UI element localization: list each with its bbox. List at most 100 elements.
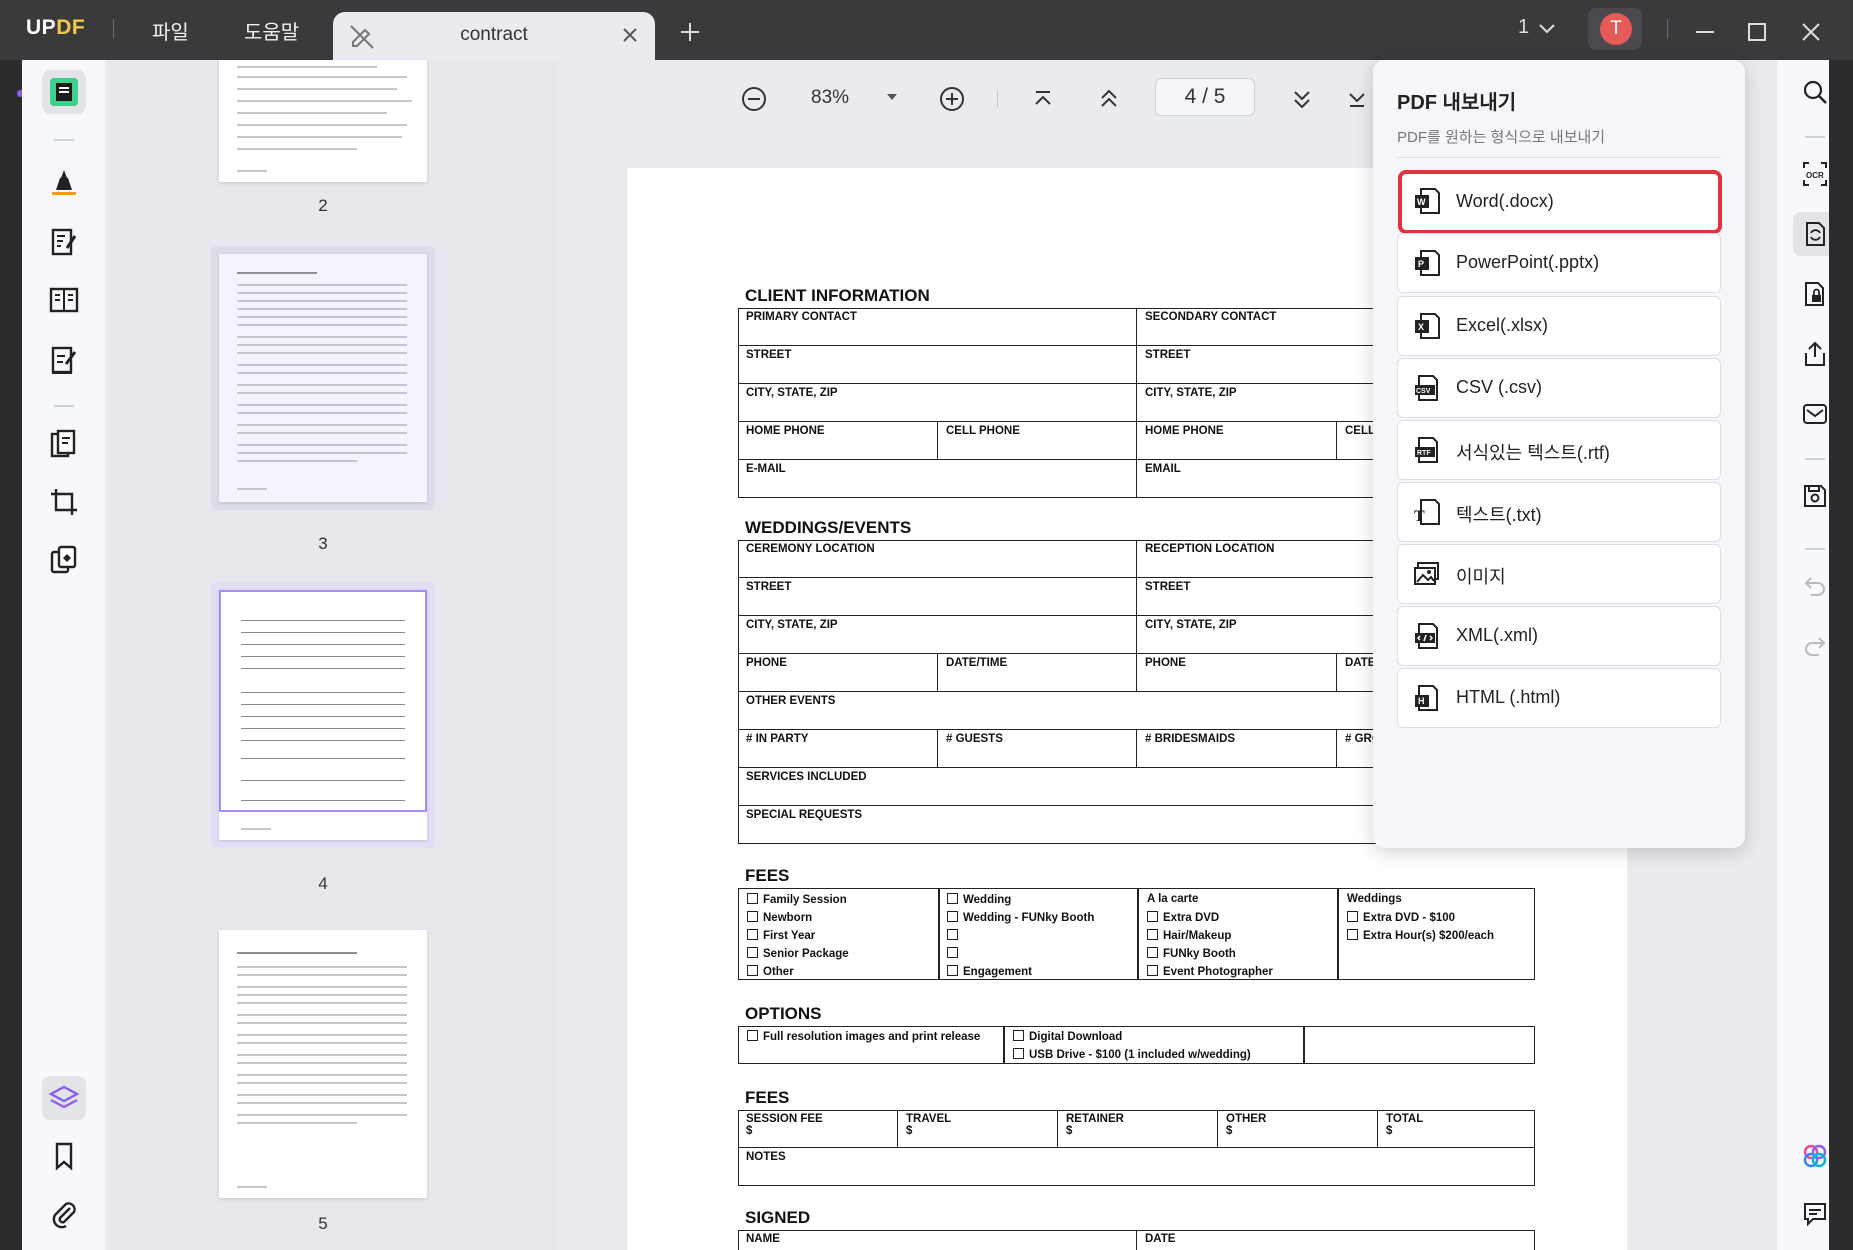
thumbnail-page-4[interactable] (219, 590, 427, 840)
field-retainer[interactable]: RETAINER $ (1058, 1110, 1218, 1148)
comment-button[interactable] (42, 160, 86, 204)
checkbox-blank[interactable] (947, 929, 963, 942)
field-session-fee[interactable]: SESSION FEE $ (738, 1110, 898, 1148)
tools-button[interactable] (42, 538, 86, 582)
checkbox-newborn[interactable]: Newborn (747, 911, 812, 924)
reader-button[interactable] (42, 70, 86, 114)
field-phone[interactable]: PHONE (738, 654, 938, 692)
checkbox-first-year[interactable]: First Year (747, 929, 815, 942)
page-display-button[interactable] (42, 278, 86, 322)
email-icon (1803, 404, 1827, 424)
thumbnail-page-3[interactable] (219, 254, 427, 502)
window-edge (0, 60, 22, 1250)
fees-a-la-carte-header: A la carte (1147, 893, 1199, 905)
field-services-included[interactable]: SERVICES INCLUDED (738, 768, 1437, 806)
menu-file[interactable]: 파일 (152, 16, 189, 45)
thumbnail-page-5[interactable] (219, 930, 427, 1198)
close-tab-icon[interactable] (619, 24, 641, 46)
zoom-out-icon[interactable] (737, 82, 771, 116)
page-selector[interactable]: 1 (1518, 16, 1529, 39)
last-page-icon[interactable] (1347, 82, 1365, 116)
field-guests[interactable]: # GUESTS (938, 730, 1137, 768)
export-image-button[interactable]: 이미지 (1397, 544, 1721, 604)
organize-pages-button[interactable] (42, 422, 86, 466)
field-street[interactable]: STREET (738, 578, 1137, 616)
checkbox-usb-drive[interactable]: USB Drive - $100 (1 included w/wedding) (1013, 1048, 1251, 1061)
crop-button[interactable] (42, 480, 86, 524)
thumbnail-page-2[interactable] (219, 60, 427, 182)
checkbox-extra-dvd[interactable]: Extra DVD (1147, 911, 1219, 924)
field-home-phone[interactable]: HOME PHONE (1137, 422, 1337, 460)
field-phone[interactable]: PHONE (1137, 654, 1337, 692)
svg-text:T: T (1414, 508, 1425, 525)
first-page-icon[interactable] (1026, 82, 1060, 116)
layers-button[interactable] (42, 1076, 86, 1120)
field-other[interactable]: OTHER $ (1218, 1110, 1378, 1148)
maximize-icon[interactable] (1745, 20, 1769, 44)
next-page-icon[interactable] (1285, 82, 1319, 116)
bookmark-button[interactable] (42, 1134, 86, 1178)
checkbox-blank[interactable] (947, 947, 963, 960)
export-csv-button[interactable]: CSV CSV (.csv) (1397, 358, 1721, 418)
field-ceremony-location[interactable]: CEREMONY LOCATION (738, 540, 1137, 578)
new-tab-icon[interactable] (678, 20, 702, 44)
field-in-party[interactable]: # IN PARTY (738, 730, 938, 768)
reader-icon (50, 78, 78, 106)
export-html-button[interactable]: H HTML (.html) (1397, 668, 1721, 728)
previous-page-icon[interactable] (1092, 82, 1126, 116)
chevron-down-icon[interactable] (1538, 22, 1556, 36)
field-city-state-zip[interactable]: CITY, STATE, ZIP (738, 616, 1137, 654)
export-rtf-button[interactable]: RTF 서식있는 텍스트(.rtf) (1397, 420, 1721, 480)
field-notes[interactable]: NOTES (738, 1148, 1535, 1186)
avatar[interactable]: T (1588, 8, 1642, 50)
field-city-state-zip[interactable]: CITY, STATE, ZIP (738, 384, 1137, 422)
attachment-button[interactable] (42, 1192, 86, 1236)
document-tab[interactable]: contract (333, 12, 655, 60)
field-home-phone[interactable]: HOME PHONE (738, 422, 938, 460)
field-date-time[interactable]: DATE/TIME (938, 654, 1137, 692)
field-cell-phone[interactable]: CELL PHONE (938, 422, 1137, 460)
checkbox-full-resolution[interactable]: Full resolution images and print release (747, 1030, 980, 1043)
zoom-in-icon[interactable] (935, 82, 969, 116)
field-date[interactable]: DATE (1137, 1230, 1535, 1250)
thumbnail-number: 2 (318, 196, 328, 215)
checkbox-other[interactable]: Other (747, 965, 794, 978)
field-total[interactable]: TOTAL $ (1378, 1110, 1535, 1148)
toolbar-divider (997, 90, 998, 108)
checkbox-digital-download[interactable]: Digital Download (1013, 1030, 1122, 1043)
svg-text:RTF: RTF (1417, 450, 1431, 457)
paperclip-icon (52, 1202, 76, 1229)
checkbox-wedding-funky-booth[interactable]: Wedding - FUNky Booth (947, 911, 1094, 924)
checkbox-wedding[interactable]: Wedding (947, 893, 1011, 906)
checkbox-family-session[interactable]: Family Session (747, 893, 847, 906)
form-button[interactable] (42, 338, 86, 382)
zoom-dropdown-icon[interactable] (885, 90, 899, 104)
close-window-icon[interactable] (1799, 20, 1823, 44)
export-powerpoint-button[interactable]: P PowerPoint(.pptx) (1397, 233, 1721, 293)
minimize-icon[interactable] (1693, 20, 1717, 44)
export-excel-button[interactable]: X Excel(.xlsx) (1397, 296, 1721, 356)
field-special-requests[interactable]: SPECIAL REQUESTS (738, 806, 1437, 844)
field-name[interactable]: NAME (738, 1230, 1137, 1250)
menu-help[interactable]: 도움말 (244, 16, 299, 45)
checkbox-funky-booth[interactable]: FUNky Booth (1147, 947, 1236, 960)
field-street[interactable]: STREET (738, 346, 1137, 384)
checkbox-event-photographer[interactable]: Event Photographer (1147, 965, 1273, 978)
page-indicator[interactable]: 4 / 5 (1155, 78, 1255, 116)
checkbox-engagement[interactable]: Engagement (947, 965, 1032, 978)
checkbox-extra-dvd-100[interactable]: Extra DVD - $100 (1347, 911, 1455, 924)
checkbox-hair-makeup[interactable]: Hair/Makeup (1147, 929, 1231, 942)
edit-button[interactable] (42, 220, 86, 264)
field-travel[interactable]: TRAVEL $ (898, 1110, 1058, 1148)
zoom-level[interactable]: 83% (811, 87, 849, 109)
checkbox-senior-package[interactable]: Senior Package (747, 947, 849, 960)
export-txt-button[interactable]: T 텍스트(.txt) (1397, 482, 1721, 542)
export-word-button[interactable]: W Word(.docx) (1398, 170, 1722, 234)
field-other-events[interactable]: OTHER EVENTS (738, 692, 1437, 730)
export-xml-button[interactable]: XML(.xml) (1397, 606, 1721, 666)
field-bridesmaids[interactable]: # BRIDESMAIDS (1137, 730, 1337, 768)
field-email[interactable]: E-MAIL (738, 460, 1137, 498)
field-primary-contact[interactable]: PRIMARY CONTACT (738, 308, 1137, 346)
checkbox-extra-hours[interactable]: Extra Hour(s) $200/each (1347, 929, 1494, 942)
page-layout-icon (49, 287, 79, 313)
